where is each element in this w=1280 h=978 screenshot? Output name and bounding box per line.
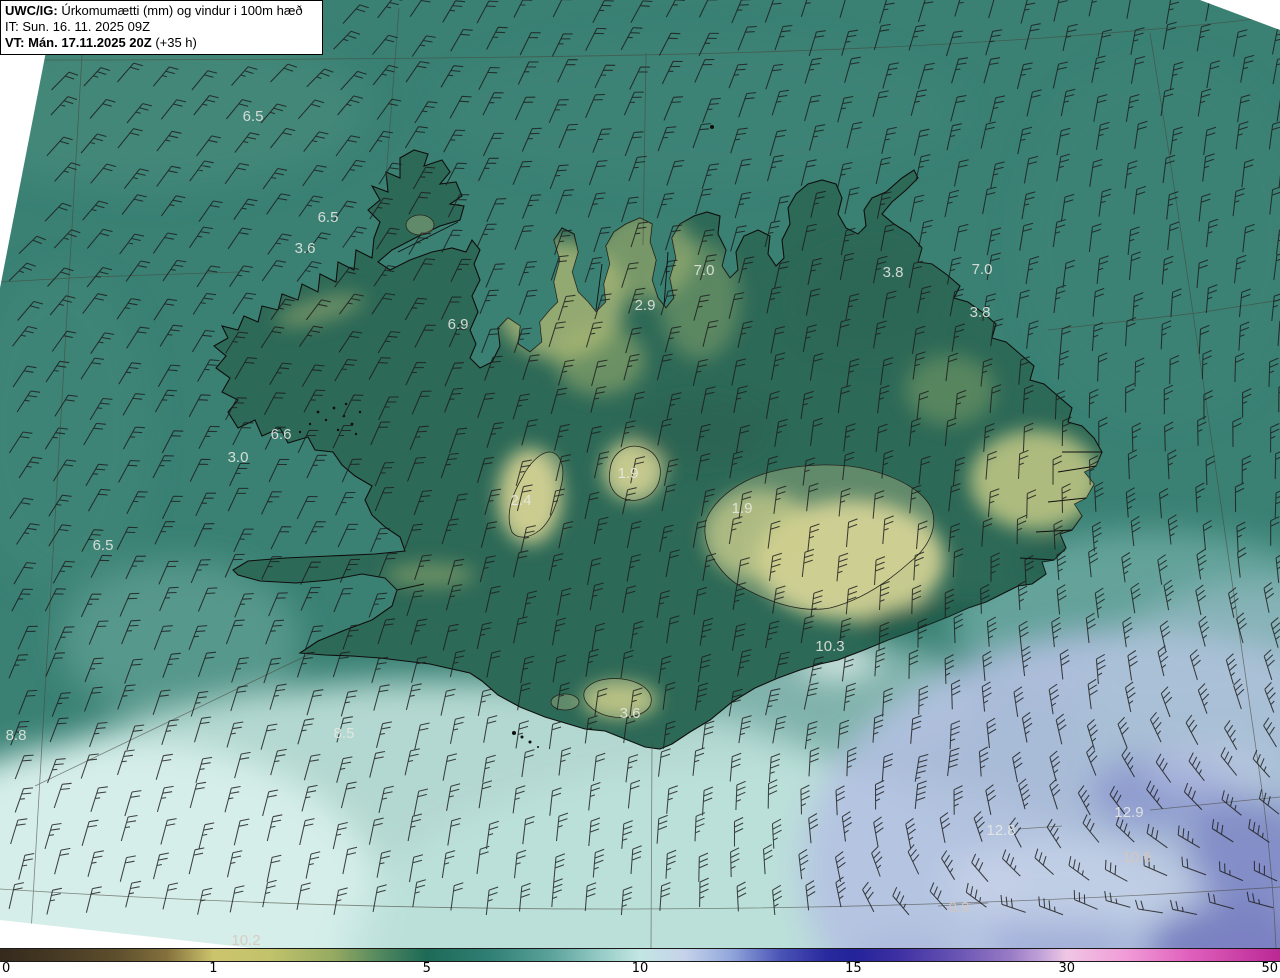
colorbar-tick-label: 15	[845, 961, 862, 976]
contour-label: 6.9	[448, 316, 469, 333]
precipitation-colorbar: 0 1 5 10 15 30 50	[0, 948, 1280, 978]
colorbar-tick-label: 1	[209, 961, 218, 976]
contour-label: 8.8	[6, 727, 27, 744]
colorbar-tick-label: 10	[631, 961, 649, 976]
weather-map: 4.96.56.53.66.97.02.93.87.03.86.63.02.41…	[0, 0, 1280, 948]
contour-label: 1.9	[732, 500, 753, 517]
contour-label: 6.6	[271, 426, 292, 443]
contour-label: 7.0	[694, 262, 715, 279]
init-time-line: IT: Sun. 16. 11. 2025 09Z	[5, 19, 151, 34]
contour-label: 10.3	[815, 638, 844, 655]
contour-label: 3.8	[883, 264, 904, 281]
colorbar-gradient	[0, 948, 1280, 962]
contour-label: 6.5	[243, 108, 264, 125]
colorbar-tick-label: 5	[422, 961, 431, 976]
product-label: UWC/IG:	[5, 3, 58, 18]
product-title-line: UWC/IG: Úrkomumætti (mm) og vindur i 100…	[5, 3, 317, 19]
colorbar-tick-labels: 0 1 5 10 15 30 50	[0, 961, 1280, 978]
contour-label: 2.9	[635, 297, 656, 314]
title-box: UWC/IG: Úrkomumætti (mm) og vindur i 100…	[0, 0, 323, 55]
colorbar-tick-label: 50	[1261, 961, 1278, 976]
contour-label: 6.5	[93, 537, 114, 554]
valid-time: VT: Mán. 17.11.2025 20Z	[5, 35, 152, 50]
weather-forecast-page: 4.96.56.53.66.97.02.93.87.03.86.63.02.41…	[0, 0, 1280, 978]
contour-label: 6.5	[318, 209, 339, 226]
contour-label: 3.6	[620, 705, 641, 722]
contour-label: 12.8	[986, 822, 1015, 839]
contour-label: 10.2	[231, 932, 260, 948]
contour-label: 3.6	[295, 240, 316, 257]
drangajokull-outline	[405, 214, 435, 236]
contour-label: 9.9	[949, 899, 970, 916]
product-title: Úrkomumætti (mm) og vindur i 100m hæð	[57, 3, 303, 18]
valid-time-line: VT: Mán. 17.11.2025 20Z (+35 h)	[5, 35, 317, 51]
contour-label: 8.5	[334, 725, 355, 742]
colorbar-tick-label: 30	[1058, 961, 1076, 976]
contour-label: 3.8	[970, 304, 991, 321]
contour-label: 3.0	[228, 449, 249, 466]
colorbar-tick-label: 0	[2, 961, 11, 976]
contour-label: 12.9	[1114, 804, 1143, 821]
contour-label: 7.0	[972, 261, 993, 278]
eyjafjallajokull-outline	[550, 693, 580, 711]
contour-label: 1.9	[618, 465, 639, 482]
contour-label: 2.4	[511, 492, 532, 509]
contour-label: 10.6	[1122, 849, 1151, 866]
valid-offset: (+35 h)	[151, 35, 197, 50]
